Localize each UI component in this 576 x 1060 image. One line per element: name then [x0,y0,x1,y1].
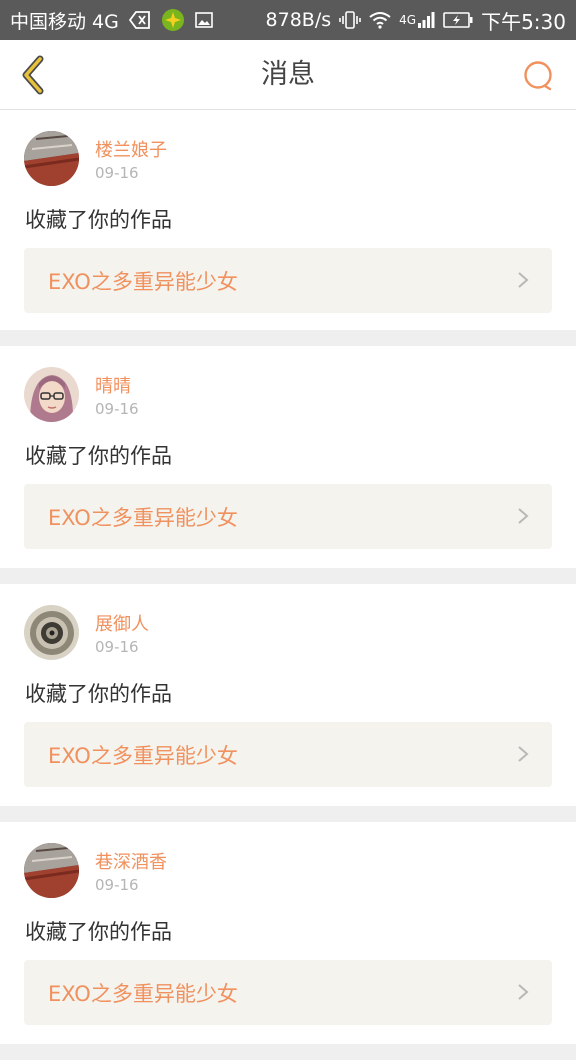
message-date: 09-16 [95,164,139,182]
avatar[interactable] [24,367,79,422]
avatar[interactable] [24,843,79,898]
message-text: 收藏了你的作品 [25,444,172,468]
work-title: EXO之多重异能少女 [48,505,238,530]
status-bar: 中国移动 4G 878B/s 4G 下午5:30 [0,0,576,40]
list-item: 展御人 09-16 收藏了你的作品 EXO之多重异能少女 [0,584,576,806]
battery-charging-icon [443,12,473,28]
work-link[interactable]: EXO之多重异能少女 [24,484,552,549]
message-list: 楼兰娘子 09-16 收藏了你的作品 EXO之多重异能少女 晴晴 09-16 收… [0,110,576,1060]
work-title: EXO之多重异能少女 [48,981,238,1006]
message-text: 收藏了你的作品 [25,920,172,944]
work-link[interactable]: EXO之多重异能少女 [24,722,552,787]
chevron-right-icon [518,746,529,762]
vibrate-icon [339,10,361,30]
clock: 下午5:30 [481,9,566,34]
search-icon [524,61,552,91]
header: 消息 [0,40,576,110]
message-date: 09-16 [95,400,139,418]
list-item: 晴晴 09-16 收藏了你的作品 EXO之多重异能少女 [0,346,576,568]
back-key-icon [128,11,151,29]
wifi-icon [369,11,391,29]
image-notification-icon [195,12,213,28]
message-date: 09-16 [95,876,139,894]
chevron-right-icon [518,508,529,524]
signal-icon: 4G [399,12,435,28]
avatar[interactable] [24,131,79,186]
avatar[interactable] [24,605,79,660]
chevron-right-icon [518,272,529,288]
list-item: 巷深酒香 09-16 收藏了你的作品 EXO之多重异能少女 [0,822,576,1044]
work-link[interactable]: EXO之多重异能少女 [24,960,552,1025]
username[interactable]: 展御人 [95,610,149,636]
message-date: 09-16 [95,638,139,656]
list-item: 楼兰娘子 09-16 收藏了你的作品 EXO之多重异能少女 [0,110,576,330]
work-link[interactable]: EXO之多重异能少女 [24,248,552,313]
search-button[interactable] [520,57,558,95]
username[interactable]: 楼兰娘子 [95,136,167,162]
username[interactable]: 晴晴 [95,372,131,398]
work-title: EXO之多重异能少女 [48,743,238,768]
username[interactable]: 巷深酒香 [95,848,167,874]
page-title: 消息 [261,59,315,90]
app-notification-icon [161,8,185,32]
carrier-label: 中国移动 4G [10,10,119,33]
work-title: EXO之多重异能少女 [48,269,238,294]
message-text: 收藏了你的作品 [25,208,172,232]
message-text: 收藏了你的作品 [25,682,172,706]
network-speed: 878B/s [265,9,332,31]
chevron-right-icon [518,984,529,1000]
